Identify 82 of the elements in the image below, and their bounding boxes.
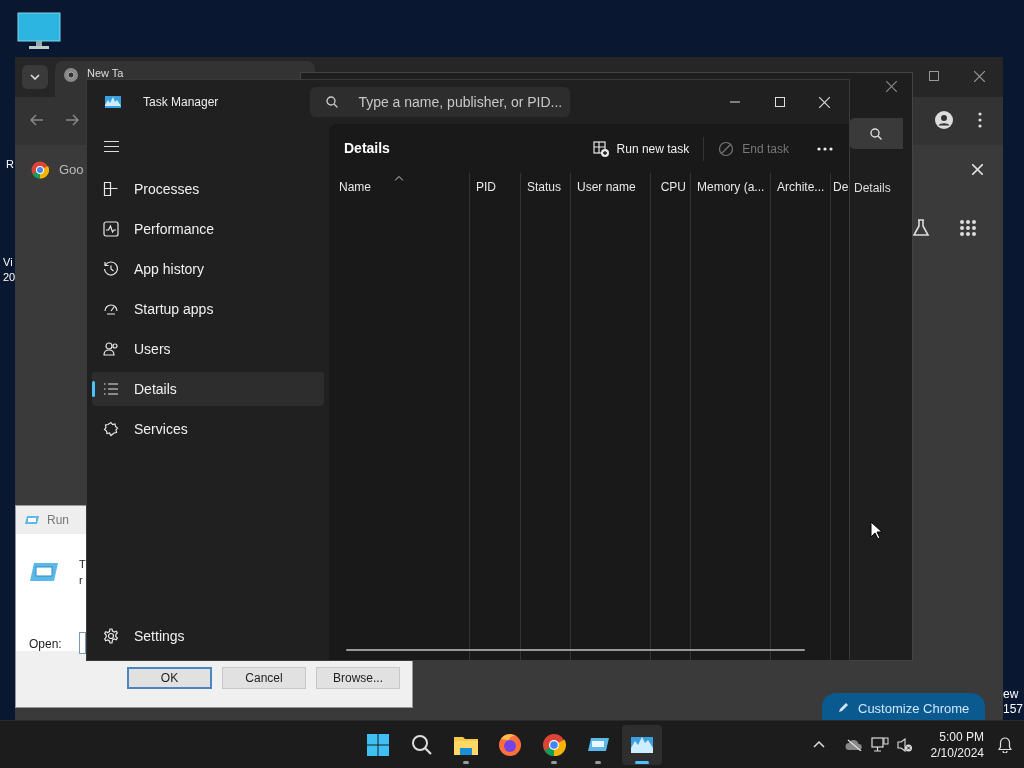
mouse-cursor-icon (870, 521, 882, 540)
task-manager-icon (105, 96, 121, 108)
taskbar-button[interactable] (622, 724, 662, 765)
dialog-button[interactable]: Browse... (316, 667, 400, 689)
description-text: r (79, 573, 83, 588)
search-field[interactable]: Type a name, publisher, or PID... (310, 87, 571, 117)
column-header[interactable]: CPU (651, 173, 690, 201)
toolbar-button[interactable]: Run new task (584, 132, 698, 165)
scrollbar[interactable] (346, 649, 805, 651)
open-field[interactable] (79, 632, 86, 654)
history-icon (103, 261, 119, 277)
column-header: Details (854, 180, 891, 197)
nav-item[interactable]: App history (92, 252, 324, 286)
close-icon (819, 96, 830, 108)
search-icon (326, 96, 339, 108)
column-header[interactable]: Archite... (771, 173, 830, 201)
desktop-icon-label: 20 (3, 270, 16, 285)
desktop-icon-label: R (6, 157, 14, 172)
dialog-title: Run (47, 512, 69, 529)
pencil-icon (838, 701, 850, 713)
more-icon (817, 146, 833, 151)
performance-icon (103, 221, 119, 237)
startup-icon (103, 301, 119, 317)
nav-item[interactable]: Users (92, 332, 324, 366)
column-header[interactable]: PID (470, 173, 520, 201)
clock[interactable]: 5:00 PM 2/10/2024 (930, 728, 984, 761)
cloud-off-icon[interactable] (844, 738, 863, 751)
details-icon (103, 381, 119, 397)
close-icon[interactable] (974, 71, 985, 82)
bell-icon[interactable] (998, 736, 1012, 753)
run-task-icon (592, 140, 609, 157)
column-header[interactable]: De (831, 173, 849, 201)
page-title: Details (344, 139, 390, 158)
bookmark-link[interactable]: Goo (59, 160, 84, 180)
apps-grid-icon[interactable] (960, 220, 976, 236)
nav-item[interactable]: Processes (92, 172, 324, 206)
dialog-button[interactable]: Cancel (222, 667, 306, 689)
prohibited-icon (718, 140, 735, 157)
nav-item[interactable]: Details (92, 372, 324, 406)
menu-button[interactable] (104, 141, 119, 152)
column-header[interactable]: Name (329, 173, 469, 201)
desktop-icon-label: 157 (1003, 701, 1024, 718)
field-label: Open: (29, 636, 62, 653)
description-text: T (79, 557, 86, 572)
more-vertical-icon[interactable] (978, 112, 982, 128)
column-header[interactable]: Status (521, 173, 570, 201)
chevron-up-icon[interactable] (812, 741, 825, 748)
services-icon (103, 421, 119, 437)
column-header[interactable]: User name (571, 173, 650, 201)
customize-chrome-button[interactable]: Customize Chrome (822, 693, 986, 720)
minimize-icon (729, 101, 740, 103)
network-icon[interactable] (870, 736, 889, 753)
nav-item[interactable]: Performance (92, 212, 324, 246)
chevron-down-icon (30, 74, 40, 80)
nav-item[interactable]: Services (92, 412, 324, 446)
tab-search-button[interactable] (22, 65, 48, 89)
desktop-icon-label: ew (1003, 686, 1019, 703)
settings-item[interactable]: Settings (92, 619, 324, 653)
back-arrow-icon[interactable] (30, 114, 44, 126)
close-icon[interactable] (886, 81, 897, 92)
monitor-icon[interactable] (17, 12, 61, 50)
dialog-button[interactable]: OK (127, 667, 212, 689)
settings-icon (103, 628, 119, 644)
processes-icon (103, 181, 119, 197)
volume-muted-icon[interactable] (896, 737, 913, 752)
flask-icon[interactable] (912, 219, 930, 237)
run-icon (25, 515, 39, 525)
sort-caret-icon (394, 176, 404, 181)
profile-icon[interactable] (935, 111, 953, 129)
forward-arrow-icon[interactable] (65, 114, 79, 126)
search-icon (870, 127, 882, 140)
desktop-icon-label: Vi (3, 255, 13, 270)
run-icon (30, 562, 58, 582)
users-icon (103, 341, 119, 357)
search-field[interactable] (849, 118, 903, 149)
maximize-icon[interactable] (929, 71, 939, 81)
column-header[interactable]: Memory (a... (691, 173, 770, 201)
window-title: Task Manager (143, 94, 219, 111)
maximize-icon (774, 97, 785, 107)
menu-icon (104, 141, 119, 152)
nav-item[interactable]: Startup apps (92, 292, 324, 326)
tab-title: New Ta (87, 67, 124, 79)
